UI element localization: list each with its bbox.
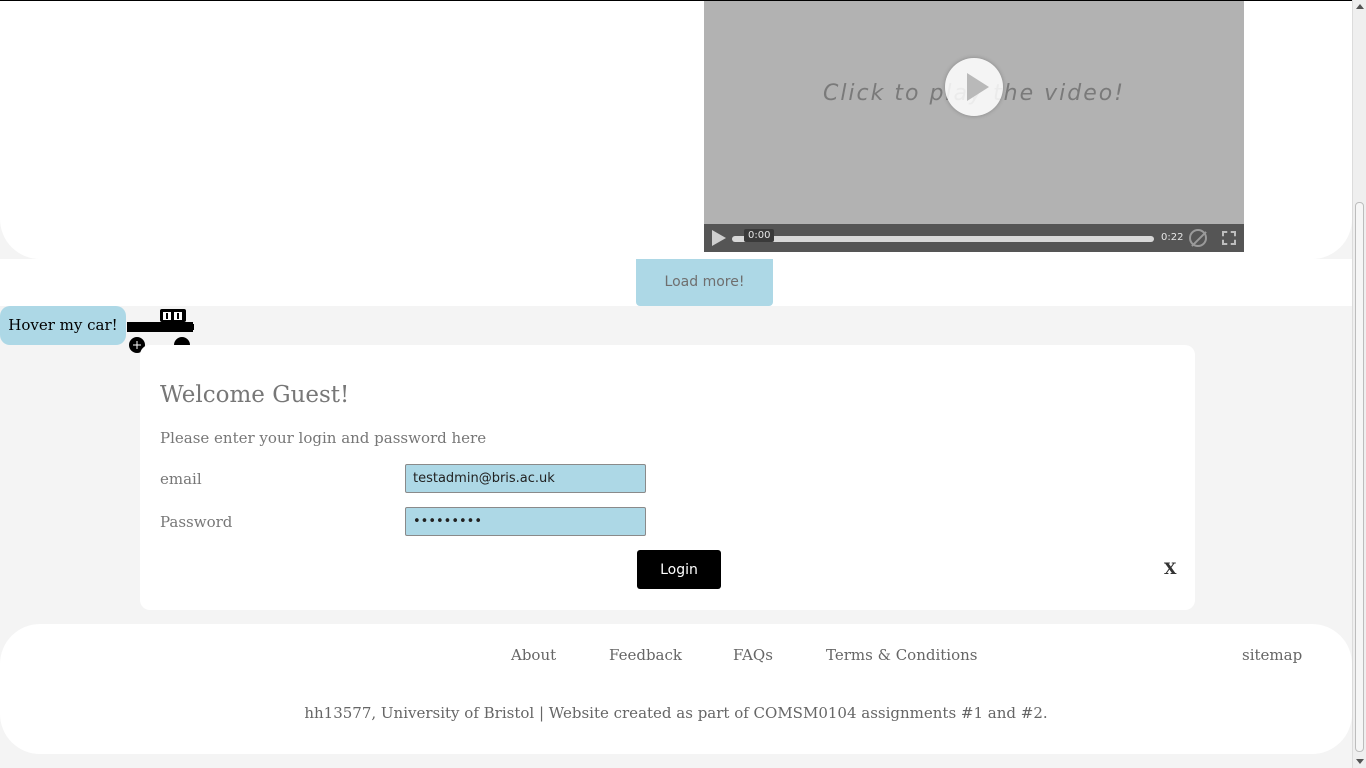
play-button[interactable]: [712, 230, 726, 246]
close-button[interactable]: X: [1164, 559, 1176, 578]
login-title: Welcome Guest!: [160, 382, 350, 408]
video-player[interactable]: Click to play the video! 0:00 0:22: [704, 1, 1244, 252]
footer-link-faqs[interactable]: FAQs: [733, 646, 773, 664]
play-icon[interactable]: [945, 58, 1003, 116]
video-duration: 0:22: [1161, 232, 1184, 243]
load-more-button[interactable]: Load more!: [636, 259, 773, 306]
hover-car-label: Hover my car!: [0, 306, 126, 345]
footer-link-sitemap[interactable]: sitemap: [1242, 646, 1302, 664]
mute-icon[interactable]: [1189, 229, 1207, 247]
email-label: email: [160, 470, 202, 488]
video-progress-bar[interactable]: 0:00: [732, 229, 1154, 242]
footer-link-about[interactable]: About: [511, 646, 556, 664]
scrollbar-thumb[interactable]: [1355, 202, 1364, 752]
password-field[interactable]: [405, 507, 646, 536]
login-button[interactable]: Login: [637, 550, 721, 589]
password-label: Password: [160, 513, 233, 531]
footer-link-terms[interactable]: Terms & Conditions: [826, 646, 977, 664]
email-field[interactable]: [405, 464, 646, 493]
login-card: Welcome Guest! Please enter your login a…: [140, 345, 1195, 610]
footer-link-feedback[interactable]: Feedback: [609, 646, 682, 664]
scroll-up-icon[interactable]: [1356, 4, 1364, 9]
vertical-scrollbar[interactable]: [1352, 0, 1366, 768]
video-controls: 0:00 0:22: [704, 224, 1244, 252]
footer: About Feedback FAQs Terms & Conditions s…: [0, 624, 1352, 754]
current-time: 0:00: [744, 229, 775, 242]
scroll-down-icon[interactable]: [1356, 759, 1364, 764]
fullscreen-icon[interactable]: [1222, 231, 1236, 245]
footer-info: hh13577, University of Bristol | Website…: [304, 704, 1048, 722]
login-subtitle: Please enter your login and password her…: [160, 429, 487, 447]
